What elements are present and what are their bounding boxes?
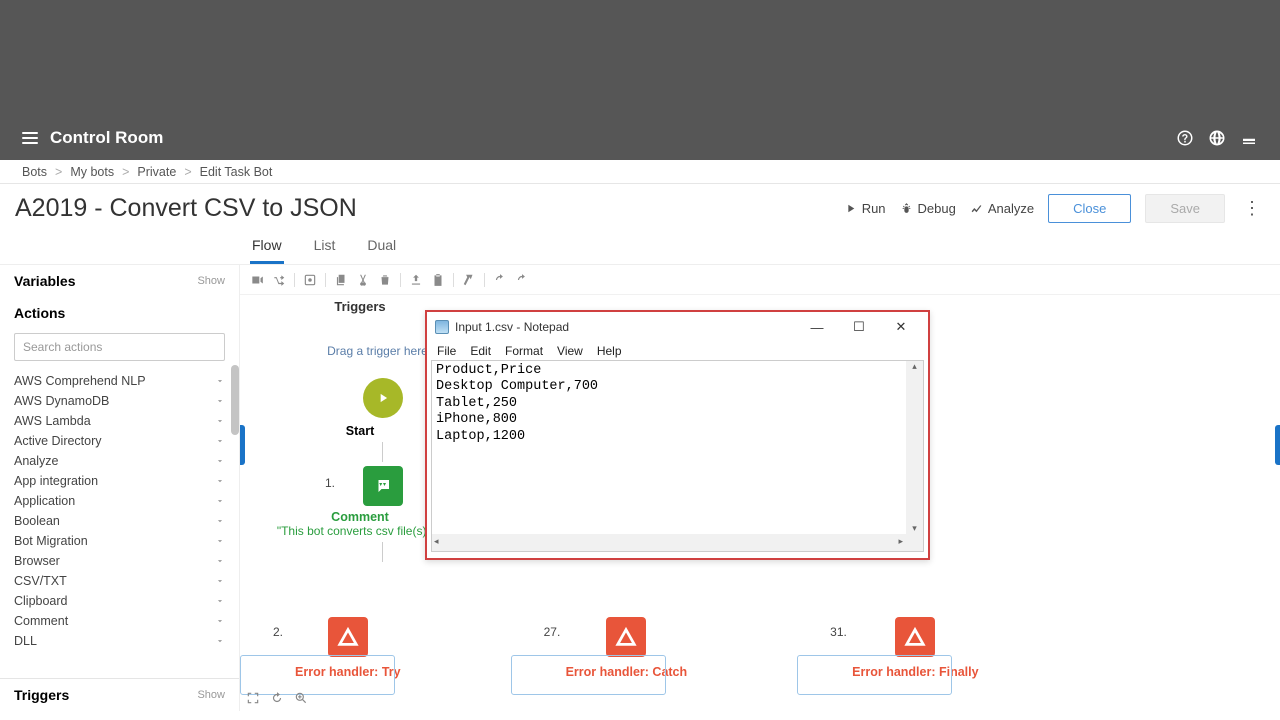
- breadcrumb-current: Edit Task Bot: [200, 165, 273, 179]
- action-group-item[interactable]: AWS Lambda: [0, 411, 239, 431]
- action-group-item[interactable]: App integration: [0, 471, 239, 491]
- action-group-item[interactable]: Browser: [0, 551, 239, 571]
- menu-edit[interactable]: Edit: [470, 344, 491, 358]
- globe-icon[interactable]: [1208, 129, 1226, 147]
- action-group-item[interactable]: Active Directory: [0, 431, 239, 451]
- action-group-item[interactable]: Boolean: [0, 511, 239, 531]
- breadcrumb: Bots> My bots> Private> Edit Task Bot: [0, 160, 1280, 184]
- app-title: Control Room: [50, 128, 163, 148]
- panel-handle-left[interactable]: [240, 425, 245, 465]
- save-button: Save: [1145, 194, 1225, 223]
- triggers-label: Triggers: [14, 687, 69, 703]
- user-icon[interactable]: [1240, 129, 1258, 147]
- close-window-button[interactable]: ✕: [880, 316, 922, 338]
- action-group-item[interactable]: AWS Comprehend NLP: [0, 371, 239, 391]
- notepad-text[interactable]: Product,Price Desktop Computer,700 Table…: [432, 361, 923, 447]
- notepad-body: Product,Price Desktop Computer,700 Table…: [431, 360, 924, 552]
- canvas-toolbar: [240, 265, 1280, 295]
- record-icon[interactable]: [250, 273, 264, 287]
- panel-handle-right[interactable]: [1275, 425, 1280, 465]
- triggers-panel-head: Triggers Show: [0, 678, 239, 711]
- close-button[interactable]: Close: [1048, 194, 1131, 223]
- shuffle-icon[interactable]: [272, 273, 286, 287]
- action-group-item[interactable]: Comment: [0, 611, 239, 631]
- debug-button[interactable]: Debug: [900, 201, 956, 216]
- more-icon[interactable]: ⋮: [1239, 198, 1265, 219]
- notepad-menu: File Edit Format View Help: [427, 342, 928, 362]
- action-group-item[interactable]: DLL: [0, 631, 239, 651]
- variables-show[interactable]: Show: [197, 275, 225, 287]
- comment-description: "This bot converts csv file(s) t...: [270, 524, 450, 538]
- redo-icon[interactable]: [515, 273, 529, 287]
- title-row: A2019 - Convert CSV to JSON Run Debug An…: [0, 184, 1280, 223]
- fit-icon[interactable]: [246, 691, 260, 705]
- variables-label: Variables: [14, 273, 76, 289]
- zoom-reset-icon[interactable]: [270, 691, 284, 705]
- action-group-item[interactable]: Application: [0, 491, 239, 511]
- actions-label: Actions: [14, 305, 65, 321]
- triggers-heading: Triggers: [315, 299, 405, 314]
- tab-list[interactable]: List: [312, 229, 338, 264]
- variables-panel-head: Variables Show: [0, 265, 239, 297]
- step-number: 1.: [325, 476, 335, 490]
- notepad-title: Input 1.csv - Notepad: [455, 320, 569, 334]
- error-handler-node[interactable]: 27.Error handler: Catch: [566, 617, 688, 679]
- start-label: Start: [315, 424, 405, 438]
- error-handler-node[interactable]: 31.Error handler: Finally: [852, 617, 978, 679]
- minimize-button[interactable]: —: [796, 316, 838, 338]
- zoom-in-icon[interactable]: [294, 691, 308, 705]
- menu-file[interactable]: File: [437, 344, 456, 358]
- undo-icon[interactable]: [493, 273, 507, 287]
- sidebar: Variables Show Actions Search actions AW…: [0, 265, 240, 711]
- resize-grip[interactable]: [906, 534, 923, 551]
- notepad-titlebar[interactable]: Input 1.csv - Notepad — ☐ ✕: [427, 312, 928, 342]
- action-group-item[interactable]: Bot Migration: [0, 531, 239, 551]
- view-tabs: Flow List Dual: [0, 229, 1280, 265]
- menu-view[interactable]: View: [557, 344, 583, 358]
- menu-help[interactable]: Help: [597, 344, 622, 358]
- notepad-icon: [435, 320, 449, 334]
- delete-icon[interactable]: [378, 273, 392, 287]
- breadcrumb-link[interactable]: Bots: [22, 165, 47, 179]
- copy-icon[interactable]: [334, 273, 348, 287]
- start-node[interactable]: [363, 378, 403, 418]
- action-group-item[interactable]: Clipboard: [0, 591, 239, 611]
- analyze-button[interactable]: Analyze: [970, 201, 1034, 216]
- maximize-button[interactable]: ☐: [838, 316, 880, 338]
- menu-format[interactable]: Format: [505, 344, 543, 358]
- notepad-window[interactable]: Input 1.csv - Notepad — ☐ ✕ File Edit Fo…: [425, 310, 930, 560]
- triggers-show[interactable]: Show: [197, 689, 225, 701]
- disable-icon[interactable]: [462, 273, 476, 287]
- hamburger-icon[interactable]: [22, 132, 38, 144]
- actions-panel-head: Actions: [0, 297, 239, 329]
- help-icon[interactable]: [1176, 129, 1194, 147]
- cut-icon[interactable]: [356, 273, 370, 287]
- action-group-item[interactable]: AWS DynamoDB: [0, 391, 239, 411]
- top-banner: Control Room: [0, 0, 1280, 160]
- scrollbar-horizontal[interactable]: [432, 534, 923, 551]
- action-group-item[interactable]: Analyze: [0, 451, 239, 471]
- upload-icon[interactable]: [409, 273, 423, 287]
- error-handler-node[interactable]: 2.Error handler: Try: [295, 617, 401, 679]
- search-input[interactable]: Search actions: [14, 333, 225, 361]
- comment-node[interactable]: [363, 466, 403, 506]
- tab-flow[interactable]: Flow: [250, 229, 284, 264]
- breadcrumb-link[interactable]: Private: [137, 165, 176, 179]
- tab-dual[interactable]: Dual: [365, 229, 398, 264]
- paste-icon[interactable]: [431, 273, 445, 287]
- actions-list: AWS Comprehend NLPAWS DynamoDBAWS Lambda…: [0, 365, 239, 711]
- header-bar: Control Room: [0, 115, 1280, 160]
- page-title: A2019 - Convert CSV to JSON: [15, 194, 357, 223]
- record2-icon[interactable]: [303, 273, 317, 287]
- breadcrumb-link[interactable]: My bots: [70, 165, 114, 179]
- comment-label: Comment: [315, 510, 405, 524]
- action-group-item[interactable]: CSV/TXT: [0, 571, 239, 591]
- scrollbar-vertical[interactable]: [906, 361, 923, 534]
- run-button[interactable]: Run: [844, 201, 886, 216]
- scrollbar-thumb[interactable]: [231, 365, 239, 435]
